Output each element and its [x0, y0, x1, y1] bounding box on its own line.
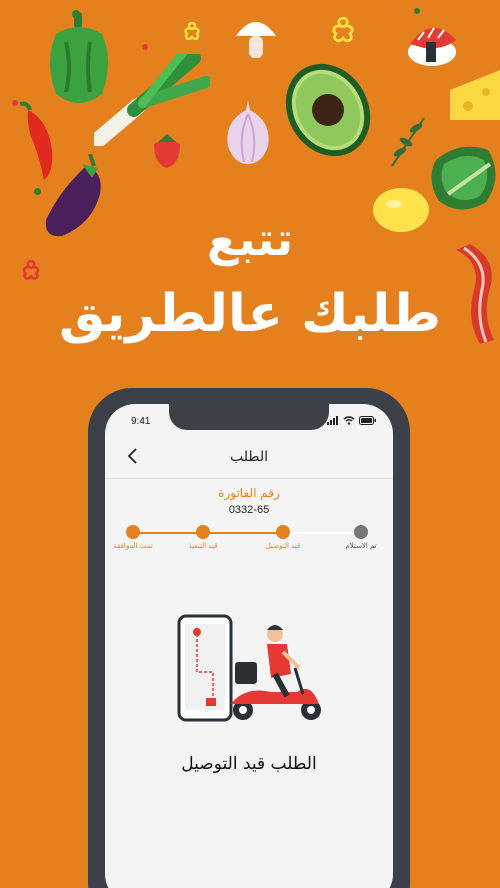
decor-dot	[142, 44, 148, 50]
flower-outline-icon	[184, 21, 200, 41]
step-dot-delivering	[276, 525, 290, 539]
invoice-number: 0332-65	[228, 504, 270, 516]
decor-dot	[34, 188, 41, 195]
onion-icon	[227, 100, 269, 164]
step-dot-processing	[196, 525, 210, 539]
flower-outline-icon	[332, 16, 354, 43]
lettuce-icon	[431, 146, 496, 210]
decor-dot	[414, 8, 420, 14]
status-time: 9:41	[131, 416, 151, 427]
step-dot-approved	[126, 525, 140, 539]
decor-dot	[12, 100, 18, 106]
step-dot-received	[354, 525, 368, 539]
step-label-received: تم الاستلام	[345, 542, 377, 550]
delivery-scooter-icon	[177, 614, 321, 722]
battery-icon	[359, 416, 376, 425]
status-icons	[327, 416, 377, 425]
invoice-label: رقم الفاتورة	[218, 486, 280, 500]
herb-icon	[391, 117, 425, 167]
headline-line-2: طلبك عالطريق	[59, 284, 441, 344]
strawberry-icon	[154, 134, 180, 168]
decor-dot	[72, 10, 80, 18]
avocado-icon	[285, 63, 371, 157]
signal-icon	[327, 416, 338, 425]
wifi-icon	[343, 416, 355, 425]
sushi-icon	[408, 27, 456, 66]
cheese-icon	[450, 70, 500, 120]
step-label-delivering: قيد التوصيل	[265, 542, 301, 550]
progress-track-inactive	[285, 532, 361, 534]
page-title: الطلب	[229, 449, 269, 465]
phone-screen: 9:41 الطلب رقم الفاتورة 0332-65 تمت المو…	[105, 404, 393, 888]
phone-notch	[169, 404, 329, 430]
headline-line-1: تتبع	[206, 212, 294, 266]
step-label-processing: قيد التنفيذ	[188, 542, 218, 550]
mushroom-icon	[236, 22, 276, 58]
order-status-message: الطلب قيد التوصيل	[181, 754, 317, 774]
header-divider	[105, 478, 393, 479]
step-label-approved: تمت الموافقة	[113, 542, 153, 550]
